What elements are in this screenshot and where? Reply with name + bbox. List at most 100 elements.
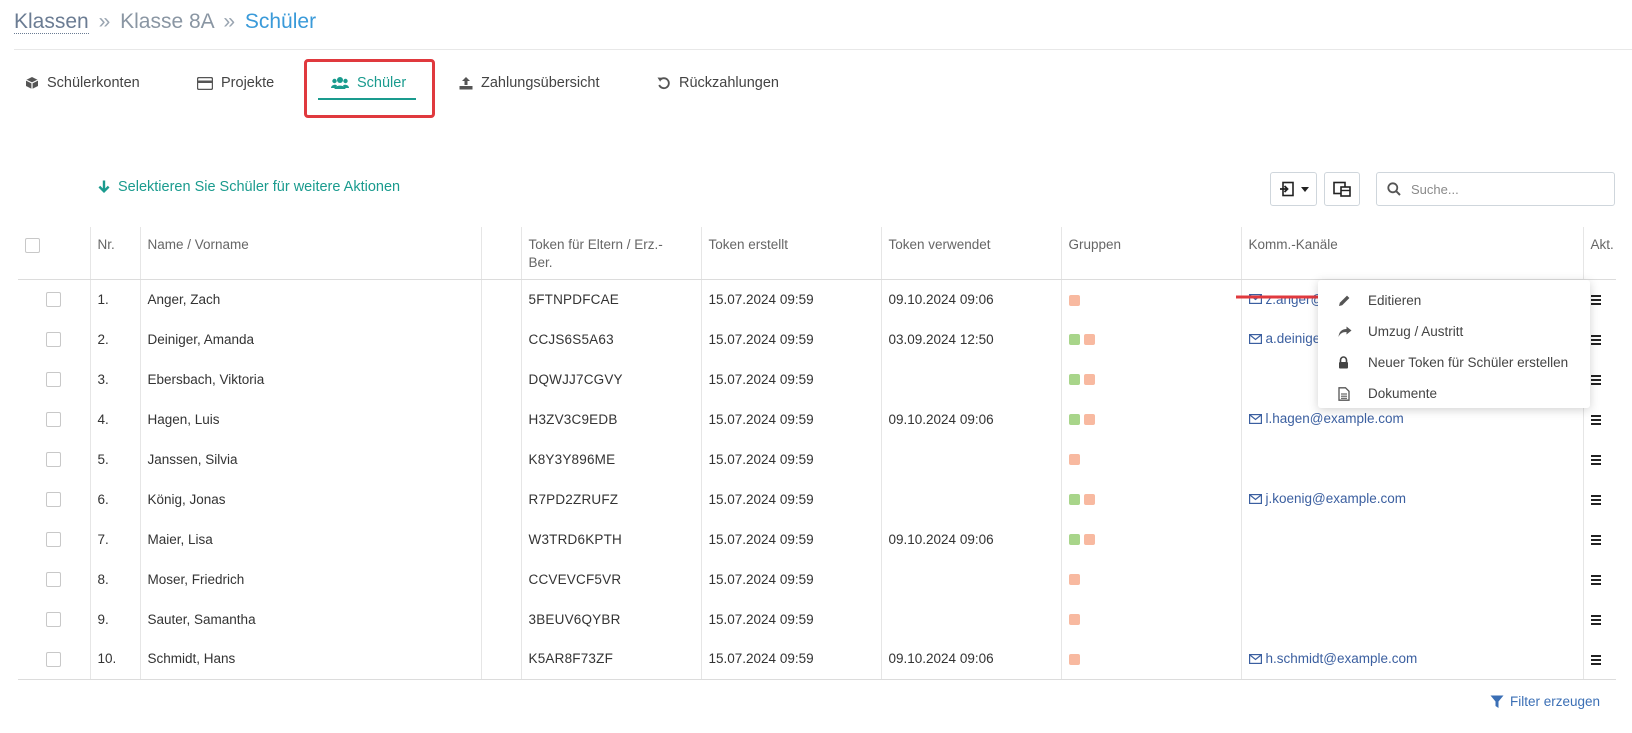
tab-zahlungsuebersicht[interactable]: Zahlungsübersicht bbox=[459, 66, 600, 100]
row-number: 4. bbox=[89, 399, 140, 439]
email-link[interactable]: j.koenig@example.com bbox=[1248, 491, 1406, 506]
row-select-cell bbox=[18, 519, 90, 559]
import-icon bbox=[1279, 181, 1295, 197]
pencil-icon bbox=[1338, 294, 1368, 307]
lock-icon bbox=[1338, 356, 1368, 369]
table-row[interactable]: 5. Janssen, Silvia K8Y3Y896ME 15.07.2024… bbox=[18, 439, 1616, 479]
token-used bbox=[880, 359, 1061, 399]
group-badge-orange bbox=[1083, 534, 1095, 546]
table-row[interactable]: 8. Moser, Friedrich CCVEVCF5VR 15.07.202… bbox=[18, 559, 1616, 599]
row-checkbox[interactable] bbox=[46, 411, 62, 427]
row-number: 9. bbox=[89, 599, 140, 639]
student-name[interactable]: Moser, Friedrich bbox=[139, 559, 481, 599]
column-header-token-created[interactable]: Token erstellt bbox=[700, 227, 881, 280]
groups-cell bbox=[1060, 319, 1241, 359]
row-number: 8. bbox=[89, 559, 140, 599]
breadcrumb: Klassen » Klasse 8A » Schüler bbox=[14, 10, 316, 34]
student-name[interactable]: König, Jonas bbox=[139, 479, 481, 519]
row-number: 7. bbox=[89, 519, 140, 559]
group-badge-orange bbox=[1083, 374, 1095, 386]
row-checkbox[interactable] bbox=[46, 331, 62, 347]
hamburger-menu-icon[interactable] bbox=[1590, 494, 1601, 505]
column-header-token[interactable]: Token für Eltern / Erz.- Ber. bbox=[520, 227, 701, 280]
row-checkbox[interactable] bbox=[46, 651, 62, 667]
create-filter-link[interactable]: Filter erzeugen bbox=[1490, 694, 1600, 709]
channels-cell: j.koenig@example.com bbox=[1240, 479, 1583, 519]
hamburger-menu-icon[interactable] bbox=[1590, 414, 1601, 425]
select-all-checkbox[interactable] bbox=[25, 237, 40, 253]
hamburger-menu-icon[interactable] bbox=[1590, 534, 1601, 545]
menu-item-label: Umzug / Austritt bbox=[1368, 324, 1464, 339]
token-created: 15.07.2024 09:59 bbox=[700, 319, 881, 359]
breadcrumb-separator: » bbox=[98, 10, 111, 33]
hamburger-menu-icon[interactable] bbox=[1590, 334, 1601, 345]
student-name[interactable]: Schmidt, Hans bbox=[139, 639, 481, 680]
tab-schuelerkonten[interactable]: Schülerkonten bbox=[25, 66, 140, 100]
hamburger-menu-icon[interactable] bbox=[1590, 374, 1601, 385]
tab-bar: Schülerkonten Projekte Schüler Zahlungsü… bbox=[0, 66, 900, 110]
email-link[interactable]: h.schmidt@example.com bbox=[1248, 651, 1417, 666]
table-row[interactable]: 7. Maier, Lisa W3TRD6KPTH 15.07.2024 09:… bbox=[18, 519, 1616, 559]
menu-item-new-token[interactable]: Neuer Token für Schüler erstellen bbox=[1318, 347, 1590, 378]
row-checkbox[interactable] bbox=[46, 531, 62, 547]
hamburger-menu-icon[interactable] bbox=[1590, 654, 1601, 665]
hamburger-menu-icon[interactable] bbox=[1590, 454, 1601, 465]
column-header-token-used[interactable]: Token verwendet bbox=[880, 227, 1061, 280]
menu-item-move[interactable]: Umzug / Austritt bbox=[1318, 316, 1590, 347]
hamburger-menu-icon[interactable] bbox=[1590, 295, 1601, 306]
groups-cell bbox=[1060, 639, 1241, 680]
token-created: 15.07.2024 09:59 bbox=[700, 359, 881, 399]
import-dropdown-button[interactable] bbox=[1270, 172, 1317, 206]
student-name[interactable]: Janssen, Silvia bbox=[139, 439, 481, 479]
tab-projekte[interactable]: Projekte bbox=[197, 66, 274, 100]
breadcrumb-class[interactable]: Klasse 8A bbox=[120, 10, 213, 33]
row-spacer bbox=[480, 359, 521, 399]
menu-item-label: Neuer Token für Schüler erstellen bbox=[1368, 355, 1569, 370]
row-checkbox[interactable] bbox=[46, 451, 62, 467]
table-row[interactable]: 6. König, Jonas R7PD2ZRUFZ 15.07.2024 09… bbox=[18, 479, 1616, 519]
tab-highlight-annotation bbox=[304, 59, 435, 118]
token-used: 03.09.2024 12:50 bbox=[880, 319, 1061, 359]
student-name[interactable]: Sauter, Samantha bbox=[139, 599, 481, 639]
table-row[interactable]: 10. Schmidt, Hans K5AR8F73ZF 15.07.2024 … bbox=[18, 639, 1616, 680]
student-name[interactable]: Deiniger, Amanda bbox=[139, 319, 481, 359]
tab-label: Zahlungsübersicht bbox=[481, 75, 600, 91]
token-created: 15.07.2024 09:59 bbox=[700, 399, 881, 439]
share-icon bbox=[1338, 326, 1368, 338]
column-header-name[interactable]: Name / Vorname bbox=[139, 227, 481, 280]
group-badge-orange bbox=[1083, 334, 1095, 346]
email-link[interactable]: l.hagen@example.com bbox=[1248, 411, 1404, 426]
menu-item-documents[interactable]: Dokumente bbox=[1318, 378, 1590, 409]
row-checkbox[interactable] bbox=[46, 371, 62, 387]
row-checkbox[interactable] bbox=[46, 491, 62, 507]
row-spacer bbox=[480, 479, 521, 519]
channels-cell: h.schmidt@example.com bbox=[1240, 639, 1583, 680]
table-header-row: Nr. Name / Vorname Token für Eltern / Er… bbox=[18, 227, 1616, 280]
breadcrumb-link-klassen[interactable]: Klassen bbox=[14, 10, 89, 34]
select-hint-text: Selektieren Sie Schüler für weitere Akti… bbox=[118, 179, 401, 195]
row-checkbox[interactable] bbox=[46, 292, 62, 308]
menu-item-edit[interactable]: Editieren bbox=[1318, 285, 1590, 316]
filter-label: Filter erzeugen bbox=[1510, 694, 1601, 709]
token-value: CCVEVCF5VR bbox=[520, 559, 701, 599]
hamburger-menu-icon[interactable] bbox=[1590, 614, 1601, 625]
student-name[interactable]: Ebersbach, Viktoria bbox=[139, 359, 481, 399]
student-name[interactable]: Hagen, Luis bbox=[139, 399, 481, 439]
hamburger-menu-icon[interactable] bbox=[1590, 574, 1601, 585]
search-field[interactable] bbox=[1376, 172, 1615, 206]
column-header-groups[interactable]: Gruppen bbox=[1060, 227, 1241, 280]
row-select-cell bbox=[18, 359, 90, 399]
row-checkbox[interactable] bbox=[46, 571, 62, 587]
row-checkbox[interactable] bbox=[46, 611, 62, 627]
arrow-down-icon bbox=[98, 180, 110, 194]
column-header-nr[interactable]: Nr. bbox=[89, 227, 140, 280]
table-row[interactable]: 9. Sauter, Samantha 3BEUV6QYBR 15.07.202… bbox=[18, 599, 1616, 639]
student-name[interactable]: Anger, Zach bbox=[139, 279, 481, 319]
row-spacer bbox=[480, 599, 521, 639]
student-name[interactable]: Maier, Lisa bbox=[139, 519, 481, 559]
column-header-channels[interactable]: Komm.-Kanäle bbox=[1240, 227, 1583, 280]
search-input[interactable] bbox=[1409, 180, 1599, 198]
tab-rueckzahlungen[interactable]: Rückzahlungen bbox=[657, 66, 779, 100]
columns-toggle-button[interactable] bbox=[1324, 172, 1360, 206]
group-badge-green bbox=[1068, 414, 1080, 426]
